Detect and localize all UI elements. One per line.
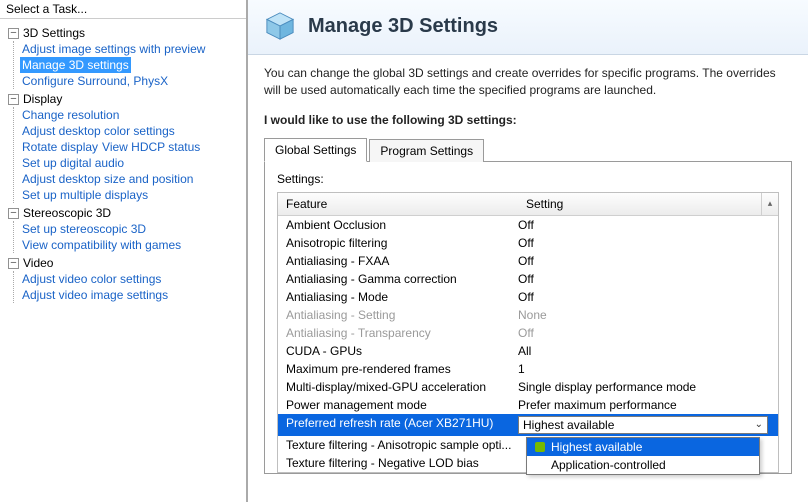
- dropdown-option[interactable]: Application-controlled: [527, 456, 759, 474]
- sidebar-header: Select a Task...: [0, 0, 246, 19]
- sidebar-item-rotate-display[interactable]: Rotate display: [20, 139, 100, 155]
- feature-cell: Texture filtering - Negative LOD bias: [286, 456, 518, 470]
- setting-cell[interactable]: 1: [518, 362, 770, 376]
- setting-cell[interactable]: Off: [518, 254, 770, 268]
- feature-cell: Anisotropic filtering: [286, 236, 518, 250]
- feature-cell: Antialiasing - Gamma correction: [286, 272, 518, 286]
- setting-cell[interactable]: Off: [518, 236, 770, 250]
- setting-row[interactable]: CUDA - GPUsAll: [278, 342, 778, 360]
- tree-group-stereoscopic-3d[interactable]: −Stereoscopic 3D: [8, 205, 242, 221]
- setting-cell[interactable]: Off: [518, 218, 770, 232]
- sidebar-item-adjust-image-settings-with-preview[interactable]: Adjust image settings with preview: [20, 41, 207, 57]
- setting-row[interactable]: Antialiasing - TransparencyOff: [278, 324, 778, 342]
- task-sidebar: Select a Task... −3D SettingsAdjust imag…: [0, 0, 248, 502]
- setting-cell[interactable]: Single display performance mode: [518, 380, 770, 394]
- tree-group-3d-settings[interactable]: −3D Settings: [8, 25, 242, 41]
- grid-body: Ambient OcclusionOffAnisotropic filterin…: [278, 216, 778, 472]
- feature-cell: Maximum pre-rendered frames: [286, 362, 518, 376]
- task-tree: −3D SettingsAdjust image settings with p…: [0, 19, 246, 309]
- main-panel: Manage 3D Settings You can change the gl…: [248, 0, 808, 502]
- column-header-feature[interactable]: Feature: [278, 193, 518, 215]
- setting-cell[interactable]: Off: [518, 290, 770, 304]
- tree-group-label: 3D Settings: [23, 26, 85, 40]
- grid-header: Feature Setting ▴: [278, 193, 778, 216]
- dropdown-option[interactable]: Highest available: [527, 438, 759, 456]
- setting-row[interactable]: Ambient OcclusionOff: [278, 216, 778, 234]
- setting-row[interactable]: Power management modePrefer maximum perf…: [278, 396, 778, 414]
- dropdown-value: Highest available: [523, 418, 614, 432]
- dropdown-option-label: Highest available: [551, 440, 642, 454]
- setting-row[interactable]: Antialiasing - SettingNone: [278, 306, 778, 324]
- scroll-up-icon[interactable]: ▴: [761, 193, 778, 215]
- setting-row[interactable]: Antialiasing - ModeOff: [278, 288, 778, 306]
- sidebar-item-adjust-desktop-size-and-position[interactable]: Adjust desktop size and position: [20, 171, 195, 187]
- feature-cell: Texture filtering - Anisotropic sample o…: [286, 438, 518, 452]
- page-description: You can change the global 3D settings an…: [248, 55, 808, 113]
- feature-cell: CUDA - GPUs: [286, 344, 518, 358]
- sidebar-item-adjust-video-image-settings[interactable]: Adjust video image settings: [20, 287, 170, 303]
- setting-dropdown[interactable]: Highest available ⌄: [518, 416, 768, 434]
- tab-global-settings[interactable]: Global Settings: [264, 138, 367, 162]
- setting-cell[interactable]: None: [518, 308, 770, 322]
- setting-row[interactable]: Preferred refresh rate (Acer XB271HU)Hig…: [278, 414, 778, 436]
- sidebar-item-set-up-digital-audio[interactable]: Set up digital audio: [20, 155, 126, 171]
- tab-program-settings[interactable]: Program Settings: [369, 139, 484, 162]
- sidebar-item-set-up-stereoscopic-3d[interactable]: Set up stereoscopic 3D: [20, 221, 148, 237]
- nvidia-icon: [535, 442, 545, 452]
- feature-cell: Multi-display/mixed-GPU acceleration: [286, 380, 518, 394]
- setting-row[interactable]: Antialiasing - Gamma correctionOff: [278, 270, 778, 288]
- feature-cell: Ambient Occlusion: [286, 218, 518, 232]
- sidebar-item-manage-3d-settings[interactable]: Manage 3D settings: [20, 57, 131, 73]
- collapse-icon[interactable]: −: [8, 258, 19, 269]
- tree-group-label: Stereoscopic 3D: [23, 206, 111, 220]
- tab-panel-global-settings: Settings: Feature Setting ▴ Ambient Occl…: [264, 161, 792, 474]
- feature-cell: Preferred refresh rate (Acer XB271HU): [286, 416, 518, 434]
- chevron-down-icon[interactable]: ⌄: [755, 419, 763, 430]
- setting-cell[interactable]: Off: [518, 272, 770, 286]
- sidebar-item-change-resolution[interactable]: Change resolution: [20, 107, 121, 123]
- sidebar-item-view-compatibility-with-games[interactable]: View compatibility with games: [20, 237, 183, 253]
- setting-row[interactable]: Antialiasing - FXAAOff: [278, 252, 778, 270]
- collapse-icon[interactable]: −: [8, 208, 19, 219]
- setting-row[interactable]: Anisotropic filteringOff: [278, 234, 778, 252]
- tree-group-display[interactable]: −Display: [8, 91, 242, 107]
- tree-group-label: Display: [23, 92, 62, 106]
- tree-group-label: Video: [23, 256, 53, 270]
- tree-group-video[interactable]: −Video: [8, 255, 242, 271]
- collapse-icon[interactable]: −: [8, 94, 19, 105]
- setting-row[interactable]: Maximum pre-rendered frames1: [278, 360, 778, 378]
- collapse-icon[interactable]: −: [8, 28, 19, 39]
- settings-grid: Feature Setting ▴ Ambient OcclusionOffAn…: [277, 192, 779, 473]
- feature-cell: Antialiasing - Mode: [286, 290, 518, 304]
- feature-cell: Antialiasing - FXAA: [286, 254, 518, 268]
- title-bar: Manage 3D Settings: [248, 0, 808, 55]
- sidebar-item-configure-surround-physx[interactable]: Configure Surround, PhysX: [20, 73, 170, 89]
- setting-cell[interactable]: All: [518, 344, 770, 358]
- sidebar-item-adjust-desktop-color-settings[interactable]: Adjust desktop color settings: [20, 123, 177, 139]
- sidebar-item-set-up-multiple-displays[interactable]: Set up multiple displays: [20, 187, 150, 203]
- section-label: I would like to use the following 3D set…: [248, 113, 808, 137]
- sidebar-item-adjust-video-color-settings[interactable]: Adjust video color settings: [20, 271, 163, 287]
- setting-cell[interactable]: Highest available ⌄: [518, 416, 770, 434]
- dropdown-option-label: Application-controlled: [551, 458, 666, 472]
- page-title: Manage 3D Settings: [308, 15, 498, 38]
- feature-cell: Antialiasing - Setting: [286, 308, 518, 322]
- setting-cell[interactable]: Prefer maximum performance: [518, 398, 770, 412]
- setting-row[interactable]: Multi-display/mixed-GPU accelerationSing…: [278, 378, 778, 396]
- feature-cell: Power management mode: [286, 398, 518, 412]
- settings-label: Settings:: [277, 172, 779, 186]
- column-header-setting[interactable]: Setting: [518, 193, 761, 215]
- settings-tabs: Global SettingsProgram Settings: [264, 137, 792, 161]
- refresh-rate-dropdown-popup: Highest available Application-controlled: [526, 437, 760, 475]
- sidebar-item-view-hdcp-status[interactable]: View HDCP status: [100, 139, 202, 155]
- setting-cell[interactable]: Off: [518, 326, 770, 340]
- manage-3d-settings-icon: [262, 8, 298, 44]
- feature-cell: Antialiasing - Transparency: [286, 326, 518, 340]
